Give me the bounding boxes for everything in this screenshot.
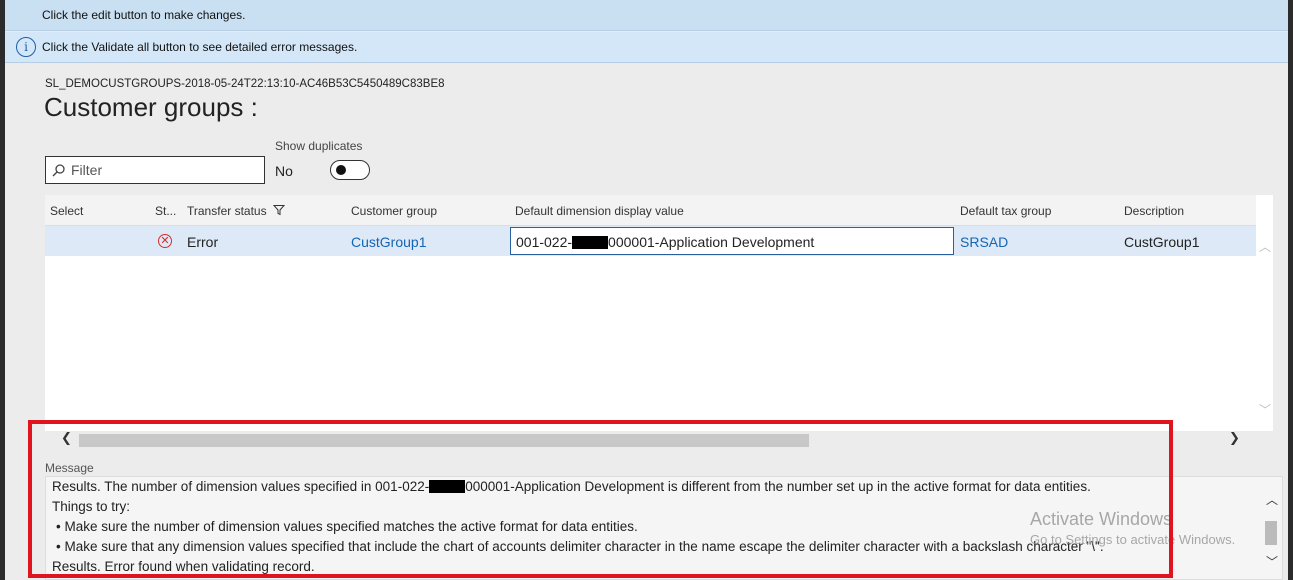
message-line: Things to try: — [52, 499, 131, 514]
col-header-default-dimension[interactable]: Default dimension display value — [515, 204, 684, 218]
error-icon: ✕ — [158, 234, 172, 248]
show-duplicates-toggle[interactable] — [330, 160, 370, 180]
chevron-down-icon[interactable]: ﹀ — [1259, 401, 1271, 418]
chevron-right-icon[interactable]: ❯ — [1229, 430, 1240, 446]
message-vertical-scrollbar[interactable]: ︿ ﹀ — [1260, 477, 1282, 579]
message-line: • Make sure the number of dimension valu… — [56, 519, 638, 534]
message-line: Results. Error found when validating rec… — [52, 559, 315, 574]
validate-hint-banner: i Click the Validate all button to see d… — [5, 32, 1288, 63]
transfer-status-cell: Error — [187, 234, 219, 250]
record-id: SL_DEMOCUSTGROUPS-2018-05-24T22:13:10-AC… — [45, 78, 445, 90]
description-cell: CustGroup1 — [1124, 234, 1200, 250]
col-header-select[interactable]: Select — [50, 204, 83, 218]
message-line1-suffix: 000001-Application Development is differ… — [465, 479, 1091, 494]
message-line: • Make sure that any dimension values sp… — [56, 539, 1104, 554]
chevron-down-icon[interactable]: ﹀ — [1266, 553, 1278, 570]
edit-hint-text: Click the edit button to make changes. — [42, 8, 246, 22]
search-icon — [52, 163, 65, 176]
message-line: Results. The number of dimension values … — [52, 477, 1282, 497]
grid-vertical-scrollbar[interactable]: ︿ ﹀ — [1256, 226, 1273, 431]
filter-field[interactable] — [45, 156, 265, 184]
show-duplicates-value: No — [275, 163, 293, 179]
grid-horizontal-scrollbar[interactable]: ❮ ❯ — [45, 430, 1273, 448]
page-title: Customer groups : — [44, 92, 258, 122]
default-dimension-prefix: 001-022- — [516, 234, 573, 250]
scrollbar-thumb[interactable] — [79, 434, 809, 447]
col-header-default-tax-group[interactable]: Default tax group — [960, 204, 1051, 218]
window-edge-right — [1288, 0, 1293, 580]
scrollbar-thumb[interactable] — [1265, 521, 1277, 545]
info-icon: i — [16, 37, 36, 57]
edit-hint-banner: Click the edit button to make changes. — [5, 0, 1288, 31]
col-header-description[interactable]: Description — [1124, 204, 1184, 218]
chevron-left-icon[interactable]: ❮ — [61, 430, 72, 446]
col-header-status[interactable]: St... — [155, 204, 176, 218]
show-duplicates-label: Show duplicates — [275, 139, 363, 153]
default-dimension-input[interactable]: 001-022- 000001-Application Development — [510, 227, 954, 255]
validate-hint-text: Click the Validate all button to see det… — [42, 40, 358, 54]
redaction-block — [429, 480, 466, 493]
message-line1-prefix: Results. The number of dimension values … — [52, 479, 430, 494]
grid-header: Select St... Transfer status Customer gr… — [45, 195, 1256, 226]
message-box: Results. The number of dimension values … — [45, 476, 1283, 580]
filter-input[interactable] — [71, 162, 251, 178]
col-header-transfer-status[interactable]: Transfer status — [187, 204, 286, 218]
message-label: Message — [45, 461, 94, 475]
filter-icon[interactable] — [272, 204, 286, 216]
toggle-knob — [336, 165, 346, 175]
default-tax-group-link[interactable]: SRSAD — [960, 234, 1008, 250]
chevron-up-icon[interactable]: ︿ — [1266, 491, 1278, 508]
col-header-customer-group[interactable]: Customer group — [351, 204, 437, 218]
default-dimension-suffix: 000001-Application Development — [608, 234, 815, 250]
staging-grid: Select St... Transfer status Customer gr… — [45, 195, 1273, 431]
customer-group-link[interactable]: CustGroup1 — [351, 234, 426, 250]
col-header-transfer-status-label: Transfer status — [187, 204, 267, 218]
redaction-block — [572, 236, 609, 249]
chevron-up-icon[interactable]: ︿ — [1259, 238, 1271, 255]
table-row[interactable]: ✕ Error CustGroup1 001-022- 000001-Applic… — [45, 226, 1256, 256]
